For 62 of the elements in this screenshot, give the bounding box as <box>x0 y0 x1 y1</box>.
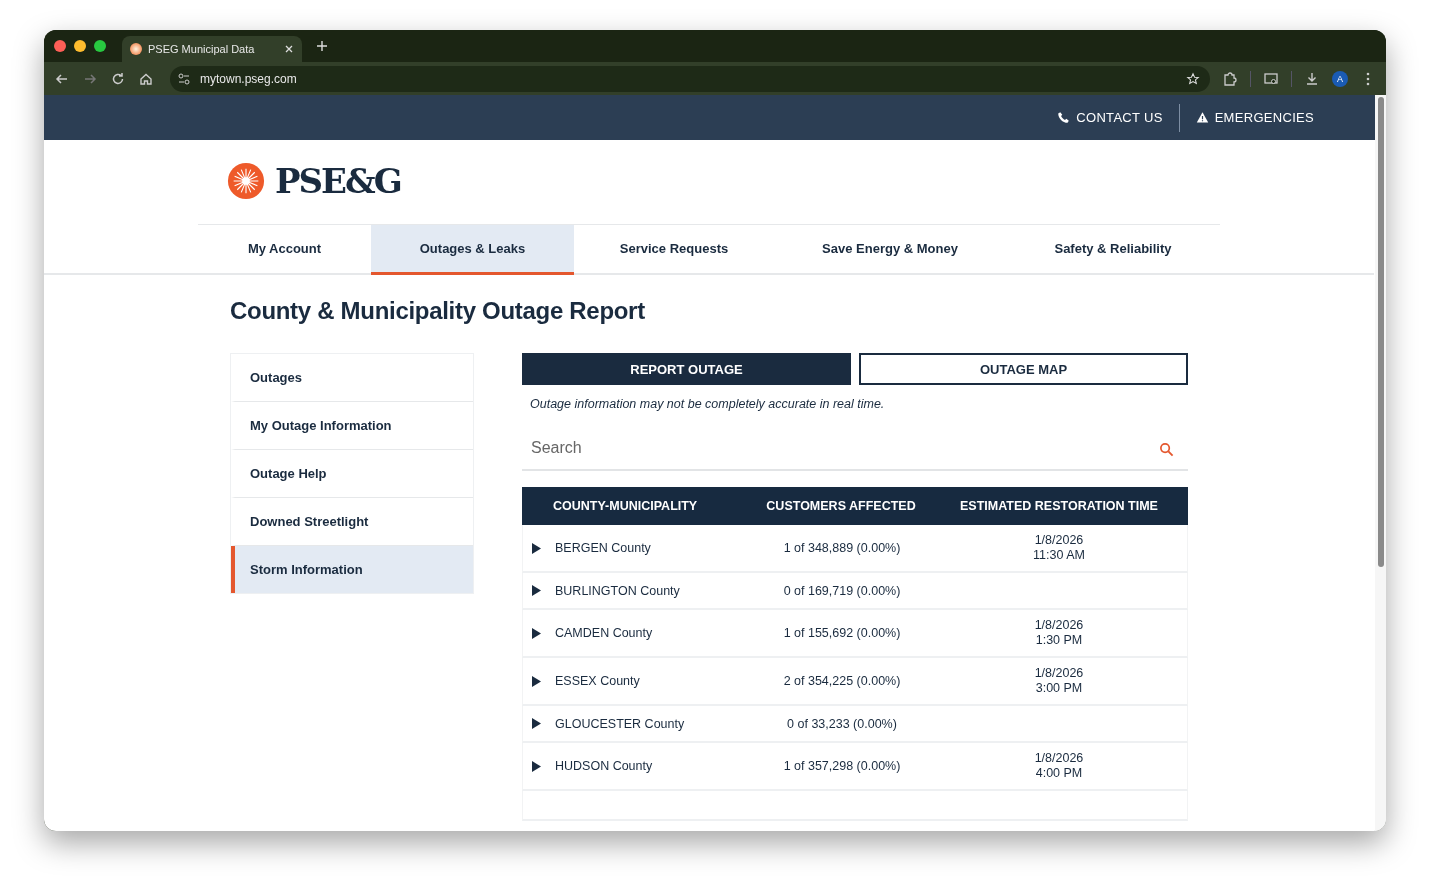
search-icon[interactable] <box>1159 442 1174 457</box>
table-cell: 1/8/2026 1:30 PM <box>1034 618 1084 648</box>
nav-tab[interactable]: Safety & Reliability <box>1006 225 1220 275</box>
browser-tab[interactable]: PSEG Municipal Data <box>122 36 302 62</box>
column-header: ESTIMATED RESTORATION TIME <box>959 499 1159 513</box>
nav-tab[interactable]: Save Energy & Money <box>774 225 1006 275</box>
table-cell: CAMDEN County <box>555 626 653 640</box>
profile-avatar[interactable]: A <box>1332 70 1348 87</box>
expand-arrow-icon[interactable] <box>532 585 541 596</box>
site-settings-icon[interactable] <box>176 70 192 87</box>
table-cell: 1/8/2026 4:00 PM <box>1034 751 1084 781</box>
nav-tab[interactable]: Service Requests <box>574 225 774 275</box>
scrollbar-thumb[interactable] <box>1377 97 1384 567</box>
utility-link[interactable]: EMERGENCIES <box>1179 110 1330 125</box>
sidebar-item[interactable]: My Outage Information <box>231 402 473 450</box>
bookmark-star-icon[interactable] <box>1186 71 1200 86</box>
phone-icon <box>1057 111 1071 124</box>
nav-tab[interactable]: My Account <box>198 225 371 275</box>
new-tab-icon[interactable] <box>316 40 328 52</box>
table-cell: 2 of 354,225 (0.00%) <box>783 674 901 688</box>
favicon-icon <box>130 43 142 55</box>
table-cell: GLOUCESTER County <box>555 716 685 731</box>
reload-icon[interactable] <box>110 70 126 87</box>
column-header: CUSTOMERS AFFECTED <box>765 499 917 513</box>
expand-arrow-icon[interactable] <box>532 542 541 554</box>
logo-wordmark[interactable]: PSE&G <box>275 162 401 200</box>
nav-tab[interactable]: Outages & Leaks <box>371 225 574 275</box>
extensions-icon[interactable] <box>1222 70 1238 87</box>
expand-arrow-icon[interactable] <box>532 627 541 639</box>
download-icon[interactable] <box>1304 70 1320 87</box>
table-cell: 0 of 169,719 (0.00%) <box>783 583 901 598</box>
utility-link[interactable]: CONTACT US <box>1041 110 1179 125</box>
search-field[interactable]: Search <box>522 427 1188 471</box>
sidebar-item[interactable]: Storm Information <box>231 546 473 593</box>
table-cell: 1 of 155,692 (0.00%) <box>783 626 901 640</box>
action-button[interactable]: REPORT OUTAGE <box>522 353 851 385</box>
warning-icon <box>1195 111 1209 124</box>
table-cell: 1/8/2026 11:30 AM <box>1033 533 1085 563</box>
table-cell: ESSEX County <box>555 674 640 688</box>
maximize-window-button[interactable] <box>94 40 106 52</box>
screen-search-icon[interactable] <box>1263 70 1279 87</box>
table-cell: BERGEN County <box>555 541 651 555</box>
expand-arrow-icon[interactable] <box>532 675 541 687</box>
page-title: County & Municipality Outage Report <box>230 297 646 325</box>
expand-arrow-icon[interactable] <box>532 718 541 729</box>
table-cell: BURLINGTON County <box>555 583 680 598</box>
sidebar-item[interactable]: Outages <box>231 354 473 402</box>
close-tab-icon[interactable] <box>284 44 294 54</box>
table-cell: 1 of 357,298 (0.00%) <box>783 759 901 773</box>
notice-text: Outage information may not be completely accurate in real time. <box>530 397 886 411</box>
table-cell: 1 of 348,889 (0.00%) <box>783 541 901 555</box>
table-cell: 0 of 33,233 (0.00%) <box>787 716 897 731</box>
address-bar[interactable]: mytown.pseg.com <box>170 65 1210 92</box>
sunburst-logo-icon <box>227 162 265 200</box>
close-window-button[interactable] <box>54 40 66 52</box>
expand-arrow-icon[interactable] <box>532 760 541 772</box>
table-cell: HUDSON County <box>555 759 653 773</box>
column-header: COUNTY-MUNICIPALITY <box>552 499 699 513</box>
minimize-window-button[interactable] <box>74 40 86 52</box>
sidebar-item[interactable]: Outage Help <box>231 450 473 498</box>
table-cell: 1/8/2026 3:00 PM <box>1034 666 1084 696</box>
action-button[interactable]: OUTAGE MAP <box>859 353 1188 385</box>
